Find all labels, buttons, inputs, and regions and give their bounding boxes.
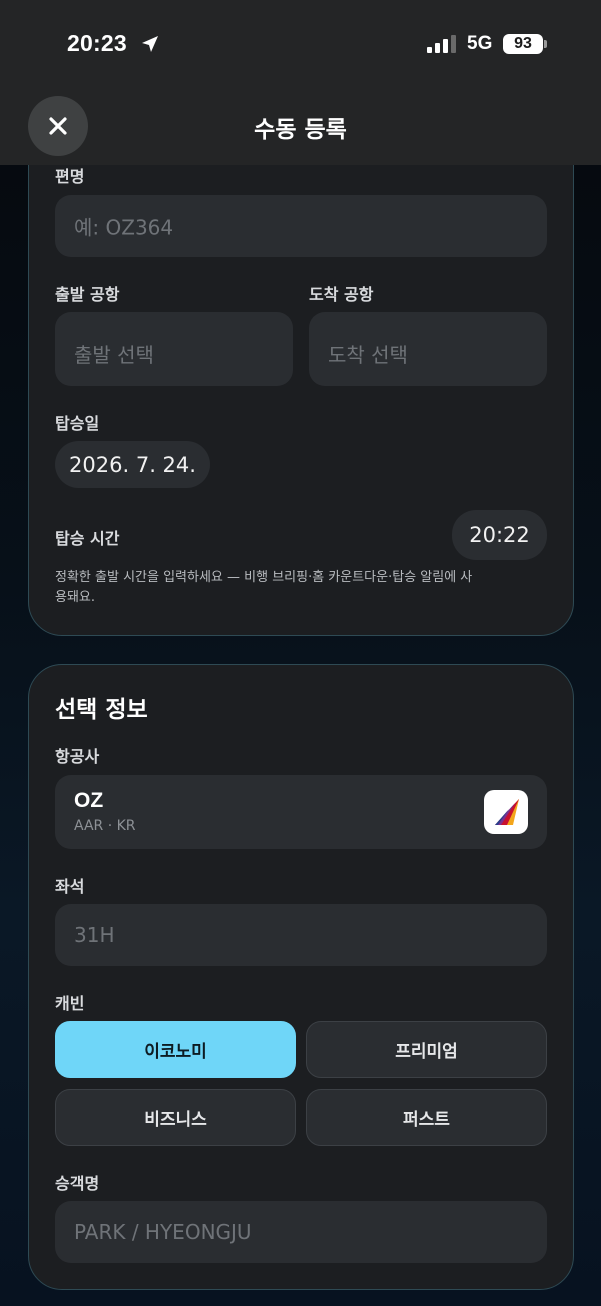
- flight-number-label: 편명: [55, 167, 85, 186]
- boarding-date-picker[interactable]: 2026. 7. 24.: [55, 441, 210, 488]
- airline-label: 항공사: [55, 747, 100, 766]
- arrival-airport-select[interactable]: 도착 선택: [309, 312, 547, 386]
- flight-number-placeholder: 예: OZ364: [74, 215, 174, 240]
- passenger-name-placeholder: PARK / HYEONGJU: [74, 1220, 252, 1244]
- seat-input[interactable]: 31H: [55, 904, 547, 966]
- seat-placeholder: 31H: [74, 923, 115, 947]
- signal-bars-icon: [427, 35, 456, 53]
- cabin-option-economy[interactable]: 이코노미: [55, 1021, 296, 1078]
- page-title: 수동 등록: [254, 117, 347, 143]
- status-time: 20:23: [67, 30, 127, 56]
- battery-tip: [544, 40, 547, 48]
- cabin-option-premium[interactable]: 프리미엄: [306, 1021, 547, 1078]
- manual-registration-screen: 편명 예: OZ364 출발 공항 출발 선택 도착 공항 도착 선택 탑승일 …: [0, 0, 601, 1306]
- app-header: 20:23 5G 93 수동 등록: [0, 0, 601, 165]
- asiana-airlines-logo-icon: [484, 790, 528, 834]
- cabin-option-first[interactable]: 퍼스트: [306, 1089, 547, 1146]
- flight-number-input[interactable]: 예: OZ364: [55, 195, 547, 257]
- optional-info-title: 선택 정보: [55, 697, 148, 723]
- airline-subtitle: AAR · KR: [74, 818, 136, 834]
- cabin-label: 캐빈: [55, 994, 85, 1013]
- boarding-time-hint: 정확한 출발 시간을 입력하세요 — 비행 브리핑·홈 카운트다운·탑승 알림에…: [55, 570, 473, 605]
- battery-indicator: 93: [503, 34, 543, 54]
- location-arrow-icon: [142, 36, 158, 52]
- airline-select[interactable]: OZ AAR · KR: [55, 775, 547, 849]
- departure-airport-select[interactable]: 출발 선택: [55, 312, 293, 386]
- passenger-name-label: 승객명: [55, 1174, 100, 1193]
- arrival-airport-label: 도착 공항: [309, 285, 374, 304]
- boarding-date-label: 탑승일: [55, 414, 100, 433]
- departure-airport-label: 출발 공항: [55, 285, 120, 304]
- cabin-option-business[interactable]: 비즈니스: [55, 1089, 296, 1146]
- passenger-name-input[interactable]: PARK / HYEONGJU: [55, 1201, 547, 1263]
- optional-info-card: [28, 664, 574, 1290]
- arrival-airport-placeholder: 도착 선택: [328, 343, 408, 367]
- seat-label: 좌석: [55, 877, 85, 896]
- boarding-time-picker[interactable]: 20:22: [452, 510, 547, 560]
- network-label: 5G: [467, 33, 493, 54]
- boarding-time-label: 탑승 시간: [55, 529, 120, 548]
- departure-airport-placeholder: 출발 선택: [74, 343, 154, 367]
- airline-code: OZ: [74, 789, 104, 812]
